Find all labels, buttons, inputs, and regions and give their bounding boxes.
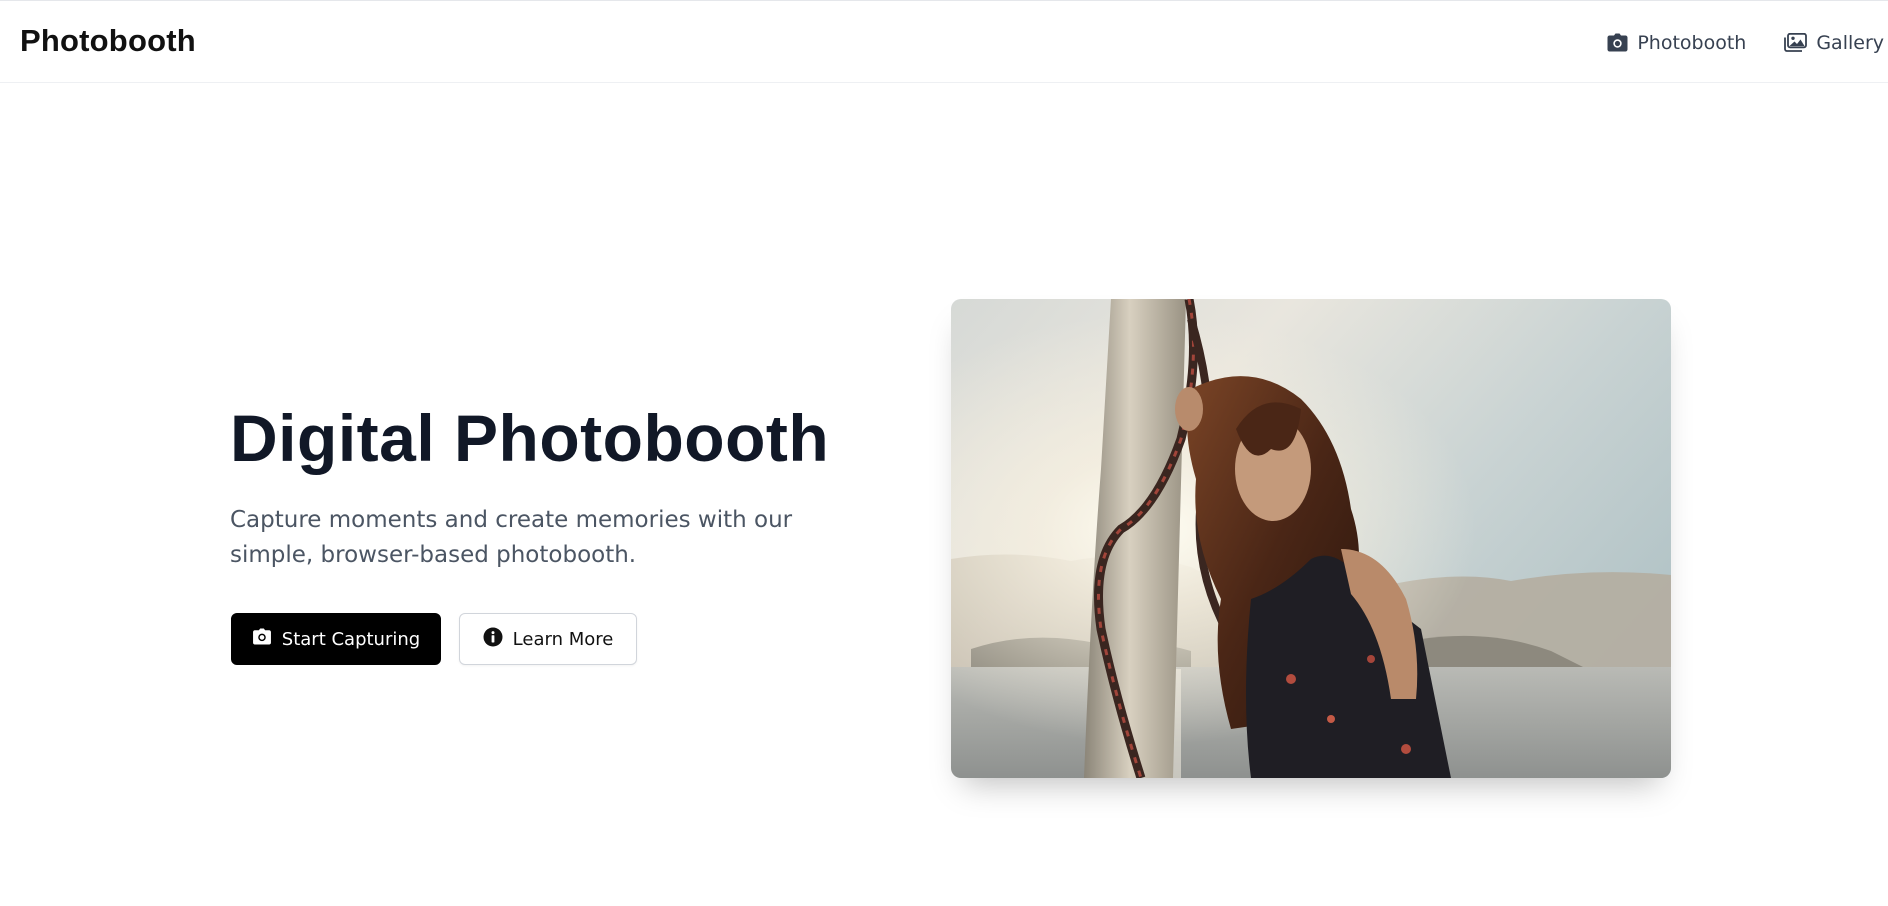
top-navigation-bar: Photobooth Photobooth Gallery (0, 0, 1888, 83)
nav-item-gallery[interactable]: Gallery (1784, 32, 1884, 54)
hero-subtitle: Capture moments and create memories with… (230, 507, 793, 568)
nav-item-label: Photobooth (1637, 31, 1747, 54)
learn-more-label: Learn More (512, 628, 614, 650)
brand-logo[interactable]: Photobooth (20, 23, 196, 59)
nav-item-photobooth[interactable]: Photobooth (1607, 32, 1746, 54)
camera-icon (1607, 33, 1628, 52)
hero-image (951, 299, 1671, 778)
images-icon (1784, 33, 1808, 52)
hero-title: Digital Photobooth (230, 401, 830, 475)
hero-photo (951, 299, 1671, 778)
main-nav: Photobooth Gallery (1569, 1, 1888, 84)
nav-item-label: Gallery (1816, 31, 1884, 54)
start-capturing-label: Start Capturing (281, 628, 421, 650)
info-circle-icon (483, 627, 503, 652)
learn-more-button[interactable]: Learn More (459, 613, 637, 665)
camera-icon (252, 628, 272, 650)
start-capturing-button[interactable]: Start Capturing (231, 613, 441, 665)
